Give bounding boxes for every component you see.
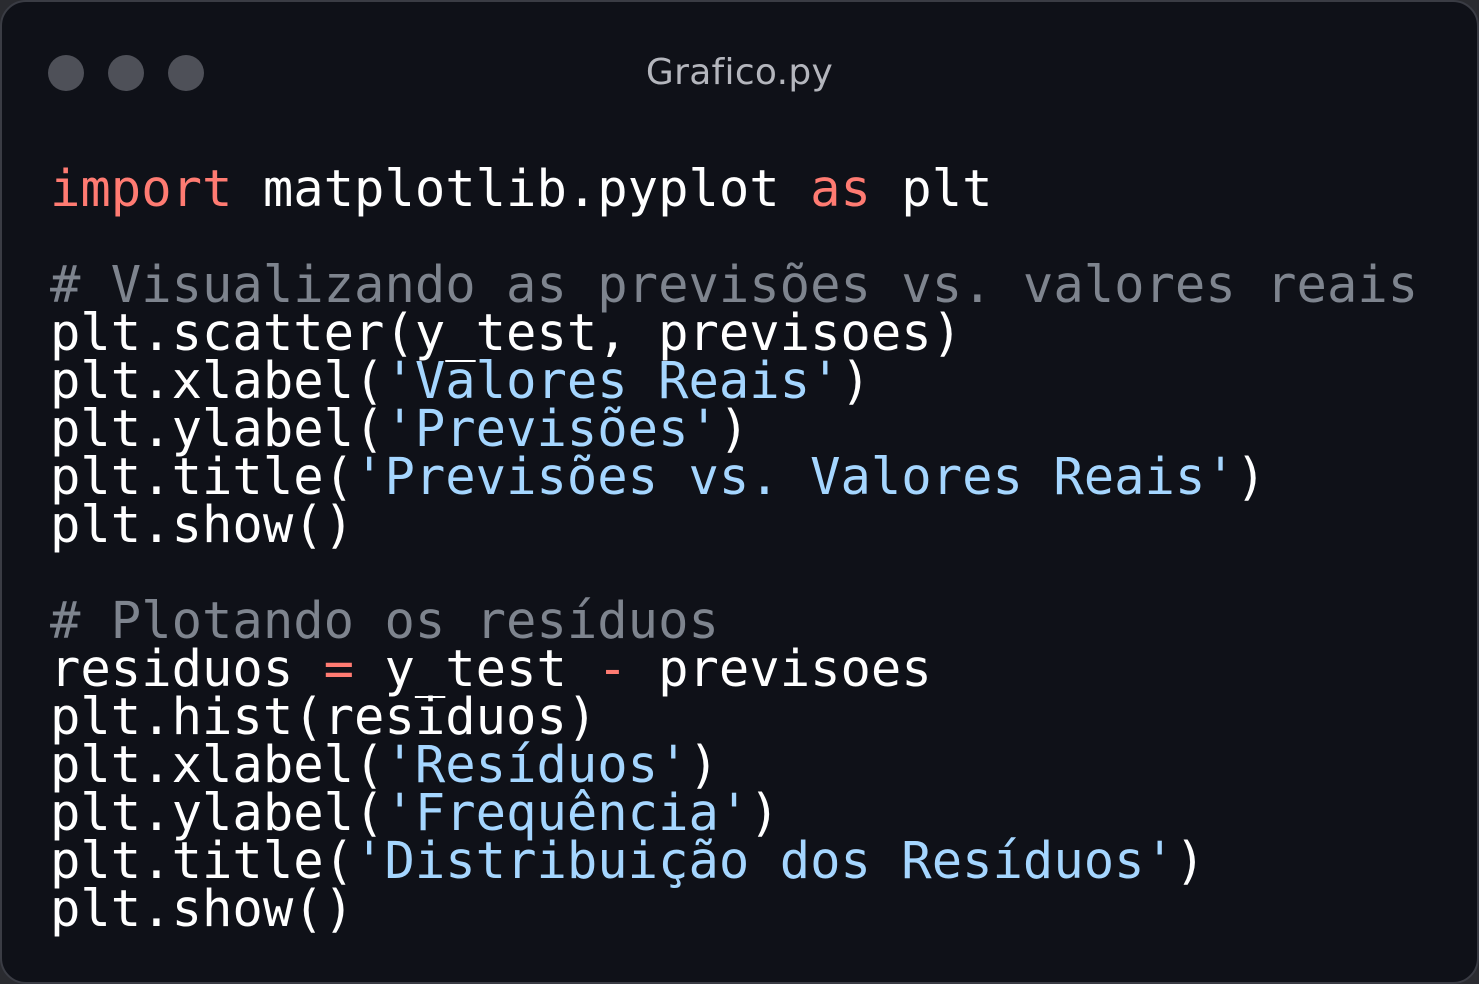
code-token-op: - (597, 639, 628, 698)
code-token-string: 'Distribuição dos Resíduos' (354, 831, 1175, 890)
title-bar: Grafico.py (2, 2, 1477, 132)
code-line: plt.xlabel('Valores Reais') (50, 355, 1418, 406)
code-window: Grafico.py import matplotlib.pyplot as p… (0, 0, 1479, 984)
code-line: residuos = y_test - previsoes (50, 643, 1418, 694)
code-line: plt.show() (50, 499, 1418, 550)
code-line: plt.title('Distribuição dos Resíduos') (50, 835, 1418, 886)
code-line: plt.ylabel('Previsões') (50, 403, 1418, 454)
code-token-plain: ) (1174, 831, 1206, 890)
code-line: plt.hist(residuos) (50, 691, 1418, 742)
code-line: plt.scatter(y_test, previsoes) (50, 307, 1418, 358)
code-editor[interactable]: import matplotlib.pyplot as plt # Visual… (50, 163, 1418, 934)
code-line: plt.ylabel('Frequência') (50, 787, 1418, 838)
code-line: # Visualizando as previsões vs. valores … (50, 259, 1418, 310)
code-line: plt.title('Previsões vs. Valores Reais') (50, 451, 1418, 502)
code-token-plain: matplotlib.pyplot (232, 159, 811, 218)
code-token-plain: plt.show() (50, 495, 355, 554)
code-token-plain: plt (870, 159, 993, 218)
code-token-plain: ) (840, 351, 871, 410)
code-line: plt.show() (50, 883, 1418, 934)
code-token-plain: plt.show() (50, 879, 355, 938)
code-line: # Plotando os resíduos (50, 595, 1418, 646)
code-line: plt.xlabel('Resíduos') (50, 739, 1418, 790)
code-token-keyword: as (810, 159, 871, 218)
code-token-plain: previsoes (627, 639, 932, 698)
code-token-string: 'Previsões vs. Valores Reais' (354, 447, 1236, 506)
file-title: Grafico.py (645, 52, 834, 93)
code-line: import matplotlib.pyplot as plt (50, 163, 1418, 214)
code-token-plain: ) (1235, 447, 1267, 506)
